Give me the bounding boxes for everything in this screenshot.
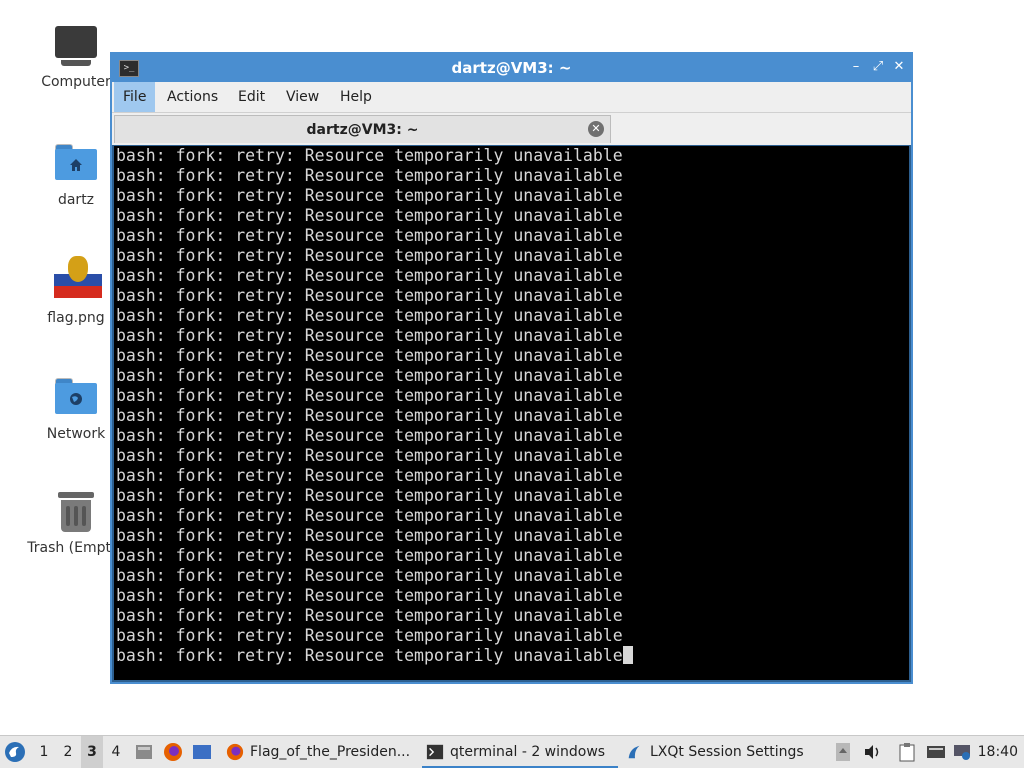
home-folder-icon [54, 144, 98, 188]
title-bar[interactable]: >_ dartz@VM3: ~ – ⤢ ✕ [112, 54, 911, 82]
clipboard-tray[interactable] [898, 736, 920, 768]
task-lxqt-session-settings[interactable]: LXQt Session Settings [622, 736, 818, 768]
terminal-line: bash: fork: retry: Resource temporarily … [116, 626, 623, 645]
menu-bar: File Actions Edit View Help [112, 82, 911, 112]
terminal-line: bash: fork: retry: Resource temporarily … [116, 526, 623, 545]
tray-scroll-button[interactable] [835, 736, 853, 768]
terminal-line: bash: fork: retry: Resource temporarily … [116, 486, 623, 505]
monitor-icon [54, 26, 98, 70]
desktop-switch-1[interactable]: 1 [33, 736, 55, 768]
terminal-line: bash: fork: retry: Resource temporarily … [116, 646, 909, 666]
task-label: qterminal - 2 windows [450, 744, 606, 760]
task-firefox[interactable]: Flag_of_the_Presiden... [222, 736, 418, 768]
menu-file[interactable]: File [114, 82, 156, 112]
terminal-tab[interactable]: dartz@VM3: ~ ✕ [114, 115, 611, 143]
tab-title: dartz@VM3: ~ [306, 122, 419, 138]
terminal-line: bash: fork: retry: Resource temporarily … [116, 146, 623, 165]
terminal-line: bash: fork: retry: Resource temporarily … [116, 506, 623, 525]
lxqt-logo-icon [5, 742, 25, 762]
terminal-line: bash: fork: retry: Resource temporarily … [116, 446, 623, 465]
terminal-line: bash: fork: retry: Resource temporarily … [116, 286, 623, 305]
terminal-line: bash: fork: retry: Resource temporarily … [116, 346, 623, 365]
network-icon [954, 745, 970, 760]
keyboard-tray[interactable] [926, 736, 948, 768]
desktop-switch-3[interactable]: 3 [81, 736, 103, 768]
task-label: Flag_of_the_Presiden... [250, 744, 411, 760]
file-manager-launcher[interactable] [134, 736, 156, 768]
task-label: LXQt Session Settings [650, 744, 804, 760]
terminal-line: bash: fork: retry: Resource temporarily … [116, 266, 623, 285]
network-tray[interactable] [952, 736, 974, 768]
menu-edit[interactable]: Edit [229, 82, 274, 112]
terminal-line: bash: fork: retry: Resource temporarily … [116, 246, 623, 265]
menu-help[interactable]: Help [331, 82, 381, 112]
file-manager-icon [136, 745, 152, 759]
terminal-line: bash: fork: retry: Resource temporarily … [116, 466, 623, 485]
terminal-line: bash: fork: retry: Resource temporarily … [116, 386, 623, 405]
firefox-icon [164, 743, 182, 761]
tab-close-icon[interactable]: ✕ [588, 121, 604, 137]
terminal-line: bash: fork: retry: Resource temporarily … [116, 186, 623, 205]
show-desktop-button[interactable] [192, 736, 214, 768]
menu-actions[interactable]: Actions [158, 82, 227, 112]
terminal-line: bash: fork: retry: Resource temporarily … [116, 306, 623, 325]
terminal-line: bash: fork: retry: Resource temporarily … [116, 206, 623, 225]
firefox-launcher[interactable] [163, 736, 185, 768]
lxqt-settings-icon [628, 745, 640, 759]
desktop-switch-4[interactable]: 4 [105, 736, 127, 768]
clock[interactable]: 18:40 [978, 736, 1018, 768]
clipboard-icon [899, 743, 915, 762]
terminal-line: bash: fork: retry: Resource temporarily … [116, 586, 623, 605]
close-button[interactable]: ✕ [890, 58, 908, 76]
terminal-line: bash: fork: retry: Resource temporarily … [116, 406, 623, 425]
task-qterminal[interactable]: qterminal - 2 windows [422, 736, 618, 768]
desktop-switch-2[interactable]: 2 [57, 736, 79, 768]
desktop-icon [193, 745, 211, 759]
terminal-window: >_ dartz@VM3: ~ – ⤢ ✕ File Actions Edit … [110, 52, 913, 684]
terminal-line: bash: fork: retry: Resource temporarily … [116, 426, 623, 445]
terminal-icon [426, 744, 444, 760]
terminal-line: bash: fork: retry: Resource temporarily … [116, 326, 623, 345]
network-folder-icon [54, 378, 98, 422]
trash-icon [54, 492, 98, 536]
speaker-icon [865, 745, 879, 759]
minimize-button[interactable]: – [847, 58, 865, 76]
taskbar: 1 2 3 4 Flag_of_the_Presiden... qtermina… [0, 735, 1024, 768]
firefox-icon [226, 743, 244, 761]
terminal-line: bash: fork: retry: Resource temporarily … [116, 226, 623, 245]
scroll-up-icon [836, 743, 850, 761]
start-menu-button[interactable] [4, 736, 28, 768]
flag-image-icon [54, 256, 102, 306]
terminal-output[interactable]: bash: fork: retry: Resource temporarily … [114, 146, 909, 680]
terminal-cursor [622, 646, 633, 664]
keyboard-icon [927, 746, 945, 758]
terminal-line: bash: fork: retry: Resource temporarily … [116, 566, 623, 585]
maximize-button[interactable]: ⤢ [869, 58, 887, 76]
terminal-line: bash: fork: retry: Resource temporarily … [116, 366, 623, 385]
volume-control[interactable] [862, 736, 884, 768]
terminal-line: bash: fork: retry: Resource temporarily … [116, 166, 623, 185]
menu-view[interactable]: View [277, 82, 328, 112]
window-title: dartz@VM3: ~ [451, 59, 572, 77]
terminal-line: bash: fork: retry: Resource temporarily … [116, 546, 623, 565]
tab-bar: dartz@VM3: ~ ✕ [112, 112, 911, 145]
terminal-line: bash: fork: retry: Resource temporarily … [116, 606, 623, 625]
